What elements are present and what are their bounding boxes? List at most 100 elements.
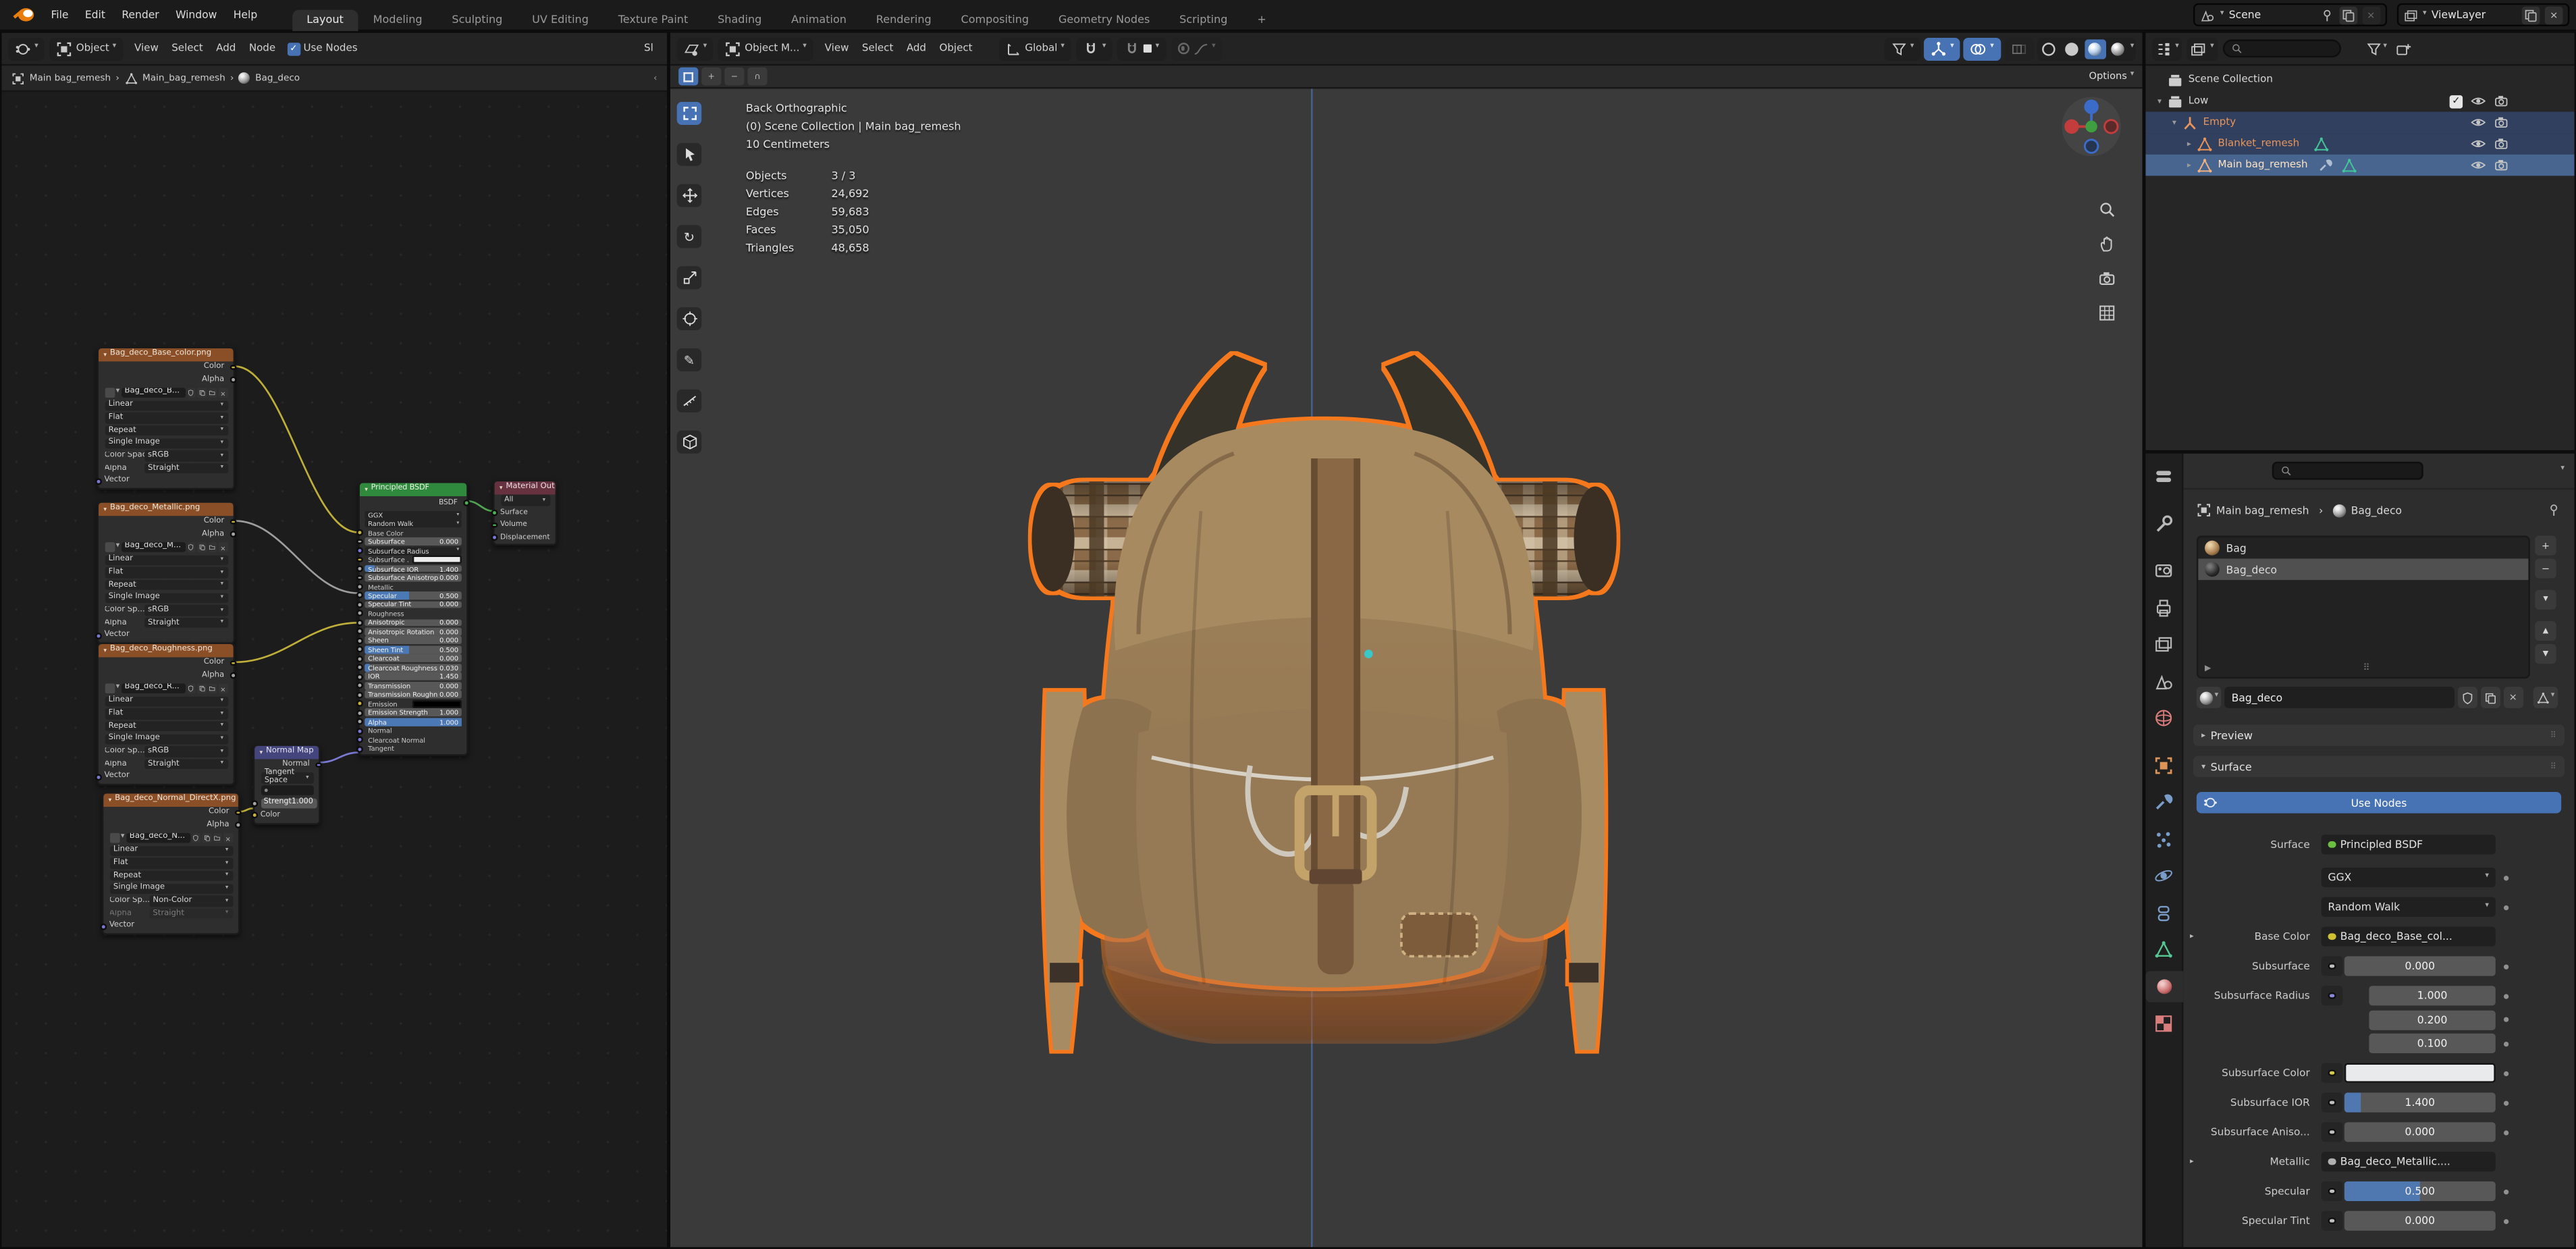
tab-view-layer[interactable] [2145, 629, 2182, 660]
new-scene-button[interactable] [2338, 5, 2357, 24]
select-mode-invert-button[interactable]: ∩ [747, 67, 768, 86]
input-socket[interactable] [356, 700, 363, 707]
alpha-socket[interactable] [230, 531, 236, 538]
distribution-dropdown[interactable]: GGX [2321, 867, 2496, 888]
new-collection-button[interactable] [2395, 33, 2411, 64]
viewport-canvas[interactable]: Back Orthographic (0) Scene Collection |… [670, 88, 2143, 1248]
principled-input-row[interactable]: Subsurface 0.000 [356, 537, 462, 546]
tab-object[interactable] [2145, 749, 2182, 780]
interpolation-dropdown[interactable]: Linear [104, 554, 228, 566]
workspace-tab[interactable]: Shading [703, 9, 776, 30]
tab-texture[interactable] [2145, 1008, 2182, 1039]
radius-y-field[interactable]: 0.200 [2369, 1009, 2496, 1030]
uv-map-field[interactable] [260, 785, 313, 796]
color-socket[interactable] [230, 364, 236, 371]
principled-input-row[interactable]: Roughness [356, 610, 462, 618]
remove-view-layer-button[interactable] [2544, 5, 2563, 24]
tool-measure[interactable] [676, 389, 702, 413]
principled-input-row[interactable]: Subsurface ... [356, 556, 462, 564]
slot-specials-menu[interactable] [2535, 589, 2556, 610]
specular-slider[interactable]: 0.500 [2344, 1181, 2496, 1202]
camera-view-icon[interactable] [2098, 269, 2116, 288]
unlink-scene-button[interactable] [2361, 5, 2380, 24]
input-socket[interactable] [356, 574, 363, 581]
navigation-gizmo[interactable] [2060, 95, 2122, 157]
principled-input-row[interactable]: Clearcoat Normal [356, 736, 462, 744]
select-mode-new-button[interactable] [678, 67, 699, 86]
unlink-image-icon[interactable] [218, 388, 228, 398]
radius-x-field[interactable]: 1.000 [2369, 986, 2496, 1006]
principled-input-row[interactable]: Subsurface Anisotrop 0.000 [356, 573, 462, 582]
slot-dropdown-truncated[interactable]: Sl [644, 43, 660, 54]
proportional-editing-dropdown[interactable] [1171, 36, 1223, 60]
app-menu[interactable]: File [43, 7, 76, 23]
image-name[interactable]: Bag_deco_N... [126, 832, 190, 844]
interpolation-dropdown[interactable]: Linear [104, 400, 228, 411]
tab-render[interactable] [2145, 554, 2182, 585]
strength-socket[interactable] [251, 799, 259, 807]
alpha-socket[interactable] [235, 822, 242, 829]
breadcrumb-mesh[interactable]: Main_bag_remesh [142, 73, 225, 83]
add-slot-button[interactable] [2535, 535, 2556, 556]
principled-input-row[interactable]: Tangent [356, 745, 462, 753]
eye-icon[interactable] [2471, 158, 2486, 173]
color-socket[interactable] [235, 809, 242, 816]
list-expand-icon[interactable] [2205, 664, 2211, 674]
principled-input-row[interactable]: Transmission Roughn 0.000 [356, 691, 462, 699]
fake-user-icon[interactable] [191, 833, 200, 843]
snap-target-dropdown[interactable] [1117, 36, 1166, 60]
viewport-menu[interactable]: Add [900, 41, 933, 56]
unlink-image-icon[interactable] [218, 683, 228, 694]
input-socket[interactable] [356, 737, 363, 743]
decorator-toggle[interactable] [2321, 986, 2343, 1006]
input-socket[interactable] [356, 727, 363, 735]
eye-icon[interactable] [2471, 115, 2486, 130]
principled-input-row[interactable]: Subsurface Radius [356, 546, 462, 555]
workspace-tab[interactable]: Layout [292, 9, 358, 31]
workspace-tab[interactable]: Compositing [946, 9, 1044, 30]
breadcrumb-object[interactable]: Main bag_remesh [2216, 504, 2309, 516]
projection-dropdown[interactable]: Flat [104, 708, 228, 720]
bsdf-socket[interactable] [463, 500, 470, 506]
eye-icon[interactable] [2471, 94, 2486, 109]
options-dropdown[interactable]: Options [2089, 71, 2135, 82]
tab-constraints[interactable] [2145, 897, 2182, 928]
open-image-icon[interactable] [207, 388, 217, 398]
input-socket[interactable] [356, 655, 363, 662]
properties-search-input[interactable] [2272, 461, 2423, 480]
new-material-button[interactable] [2480, 687, 2500, 708]
tab-tool[interactable] [2145, 508, 2182, 539]
projection-dropdown[interactable]: Flat [104, 412, 228, 423]
principled-input-row[interactable]: Specular Tint 0.000 [356, 600, 462, 609]
workspace-tab[interactable]: + [1242, 9, 1281, 30]
breadcrumb-material[interactable]: Bag_deco [255, 73, 300, 83]
specular-tint-slider[interactable]: 0.000 [2344, 1211, 2496, 1231]
outliner-row-scene-collection[interactable]: Scene Collection [2145, 69, 2574, 90]
toggle-grid-icon[interactable] [2098, 304, 2116, 322]
source-dropdown[interactable]: Single Image [104, 437, 228, 449]
alpha-mode-row[interactable]: Alpha Straight [105, 617, 228, 629]
viewport-menu[interactable]: Object [933, 41, 980, 56]
copy-icon[interactable] [197, 683, 207, 694]
source-dropdown[interactable]: Single Image [104, 733, 228, 745]
principled-input-row[interactable]: Sheen 0.000 [356, 637, 462, 645]
editor-type-button[interactable] [676, 36, 714, 60]
space-dropdown[interactable]: Tangent Space [260, 770, 313, 786]
decorator-toggle[interactable] [2321, 1181, 2343, 1202]
move-slot-down-button[interactable] [2535, 644, 2556, 664]
workspace-tab[interactable]: Sculpting [437, 9, 518, 30]
transform-orientation-dropdown[interactable]: Global [998, 36, 1071, 60]
unlink-image-icon[interactable] [223, 833, 233, 843]
principled-input-row[interactable]: Clearcoat 0.000 [356, 655, 462, 663]
camera-visibility-icon[interactable] [2494, 94, 2508, 109]
copy-icon[interactable] [197, 388, 207, 398]
decorator-toggle[interactable] [2321, 1092, 2343, 1113]
input-socket[interactable] [356, 556, 363, 563]
link-target-dropdown[interactable] [2533, 687, 2558, 708]
input-socket[interactable] [356, 619, 363, 626]
outliner-row-collection-low[interactable]: Low [2145, 90, 2574, 112]
zoom-icon[interactable] [2098, 201, 2116, 219]
image-texture-node[interactable]: Bag_deco_Normal_DirectX.png Color Alpha … [100, 792, 242, 935]
display-mode-dropdown[interactable] [2152, 36, 2182, 60]
fake-user-icon[interactable] [186, 542, 196, 552]
